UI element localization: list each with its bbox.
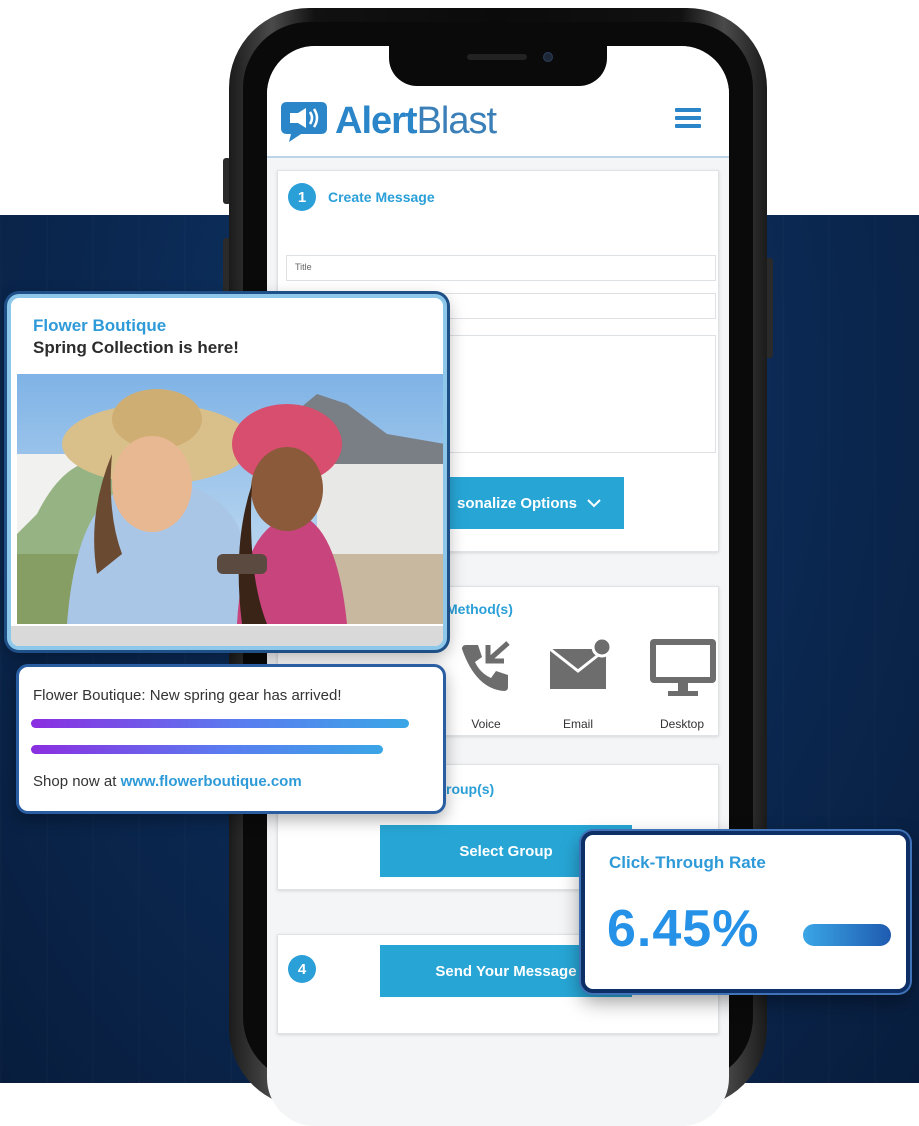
desktop-monitor-icon[interactable] (648, 637, 718, 699)
sms-message-text: Flower Boutique: New spring gear has arr… (33, 687, 342, 704)
front-camera-icon (543, 52, 553, 62)
desktop-label: Desktop (659, 717, 705, 731)
sms-preview-card[interactable]: Flower Boutique: New spring gear has arr… (16, 664, 446, 814)
ctr-bar (803, 924, 891, 946)
sms-footer-prefix: Shop now at (33, 773, 121, 790)
create-message-title: Create Message (328, 189, 435, 205)
email-label: Email (562, 717, 593, 731)
message-bar-2 (31, 745, 383, 754)
alertblast-logo[interactable]: AlertBlast (279, 98, 497, 144)
sms-footer: Shop now at www.flowerboutique.com (33, 773, 302, 790)
click-through-rate-card: Click-Through Rate 6.45% (581, 831, 910, 993)
step-1-badge: 1 (288, 183, 316, 211)
phone-notch (389, 42, 607, 86)
group-title: roup(s) (446, 781, 495, 797)
ctr-label: Click-Through Rate (609, 853, 766, 872)
speaker-grille (467, 54, 527, 60)
chevron-down-icon (587, 499, 601, 508)
step-4-badge: 4 (288, 955, 316, 983)
megaphone-icon (281, 102, 327, 142)
ctr-value: 6.45% (607, 900, 760, 958)
method-title: Method(s) (446, 601, 513, 617)
sms-footer-link[interactable]: www.flowerboutique.com (121, 773, 302, 790)
notification-headline: Spring Collection is here! (33, 338, 239, 357)
notification-footer-bar (11, 626, 443, 646)
push-notification-card[interactable]: Flower Boutique Spring Collection is her… (7, 294, 447, 650)
voice-phone-icon[interactable] (458, 639, 514, 695)
logo-text: AlertBlast (335, 99, 497, 143)
personalize-options-button[interactable]: sonalize Options (434, 477, 624, 529)
personalize-options-label: sonalize Options (456, 494, 577, 512)
voice-label: Voice (471, 717, 501, 731)
logo-text-bold: Alert (335, 99, 418, 142)
hamburger-menu-icon[interactable] (675, 108, 701, 128)
notification-brand: Flower Boutique (33, 316, 167, 335)
title-input[interactable]: Title (286, 255, 716, 281)
friends-photo-image (17, 374, 443, 624)
email-envelope-icon[interactable] (548, 635, 612, 695)
notification-photo (17, 374, 443, 624)
message-bar-1 (31, 719, 409, 728)
logo-text-thin: Blast (416, 99, 497, 142)
